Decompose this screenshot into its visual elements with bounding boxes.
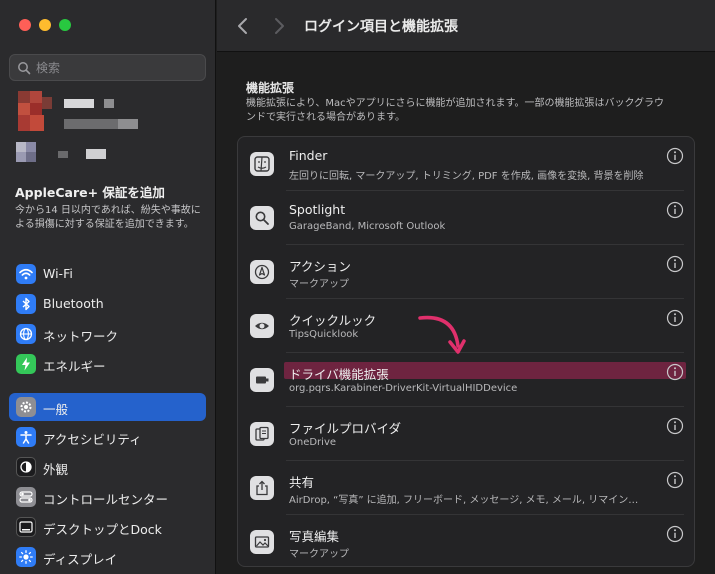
sidebar-item-accessibility[interactable]: アクセシビリティ [9,423,206,451]
info-icon[interactable] [666,309,684,327]
desktop-dock-icon [16,517,36,537]
extension-name: 写真編集 [289,529,340,544]
extension-subtitle: マークアップ [289,549,349,560]
extension-row-actions[interactable]: アクション マークアップ [238,245,694,299]
extension-subtitle: AirDrop, “写真” に追加, フリーボード, メッセージ, メモ, メー… [289,495,639,506]
sidebar-item-appearance[interactable]: 外観 [9,453,206,481]
sidebar-item-label: ディスプレイ [43,552,118,567]
info-icon[interactable] [666,525,684,543]
appearance-icon [16,457,36,477]
globe-icon [16,324,36,344]
sidebar-item-label: ネットワーク [43,329,119,344]
applecare-promo[interactable]: AppleCare+ 保証を追加 今から14 日以内であれば、紛失や事故による損… [15,182,205,232]
info-icon[interactable] [666,363,684,381]
documents-icon [250,422,274,446]
sidebar-item-energy[interactable]: エネルギー [9,350,206,378]
display-icon [16,547,36,567]
back-chevron-icon[interactable] [233,15,253,37]
extension-row-driver[interactable]: ドライバ機能拡張 org.pqrs.Karabiner-DriverKit-Vi… [238,353,694,407]
control-center-icon [16,487,36,507]
forward-chevron-icon[interactable] [269,15,289,37]
search-input[interactable] [36,58,201,77]
sidebar-item-label: デスクトップとDock [43,522,162,537]
sidebar-item-label: Wi-Fi [43,266,73,281]
share-icon [250,476,274,500]
sidebar-item-label: コントロールセンター [43,492,169,507]
magnifier-icon [250,206,274,230]
bluetooth-icon [16,294,36,314]
eye-icon [250,314,274,338]
sidebar-item-label: 一般 [43,402,69,417]
sidebar-item-network[interactable]: ネットワーク [9,320,206,348]
info-icon[interactable] [666,147,684,165]
extensions-list: Finder 左回りに回転, マークアップ, トリミング, PDF を作成, 画… [237,136,695,567]
search-box[interactable] [9,54,206,81]
accessibility-icon [16,427,36,447]
info-icon[interactable] [666,201,684,219]
wifi-icon [16,264,36,284]
extension-row-quicklook[interactable]: クイックルック TipsQuicklook [238,299,694,353]
applecare-description: 今から14 日以内であれば、紛失や事故による損傷に対する保証を追加できます。 [15,205,201,230]
applecare-title: AppleCare+ 保証を追加 [15,185,165,200]
zoom-window-button[interactable] [59,19,71,31]
photo-icon [250,530,274,554]
extension-subtitle: マークアップ [289,279,349,290]
sidebar-item-label: 外観 [43,462,69,477]
extension-subtitle: OneDrive [289,437,337,448]
extension-subtitle: 左回りに回転, マークアップ, トリミング, PDF を作成, 画像を変換, 背… [289,171,644,182]
extension-subtitle: org.pqrs.Karabiner-DriverKit-VirtualHIDD… [289,383,518,394]
info-icon[interactable] [666,471,684,489]
extension-name: ドライバ機能拡張 [289,367,389,382]
sidebar-item-display[interactable]: ディスプレイ [9,543,206,571]
page-title: ログイン項目と機能拡張 [304,19,458,35]
extension-name: クイックルック [289,313,377,328]
section-description: 機能拡張により、Macやアプリにさらに機能が追加されます。一部の機能拡張はバック… [246,98,665,123]
sidebar: AppleCare+ 保証を追加 今から14 日以内であれば、紛失や事故による損… [0,0,216,574]
info-icon[interactable] [666,255,684,273]
gear-icon [16,397,36,417]
section-title: 機能拡張 [246,81,295,95]
toolbar: ログイン項目と機能拡張 [217,0,715,52]
sidebar-item-label: Bluetooth [43,296,104,311]
extension-subtitle: TipsQuicklook [289,329,359,340]
info-icon[interactable] [666,417,684,435]
extension-row-file-provider[interactable]: ファイルプロバイダ OneDrive [238,407,694,461]
extension-name: Finder [289,148,328,163]
extension-row-share[interactable]: 共有 AirDrop, “写真” に追加, フリーボード, メッセージ, メモ,… [238,461,694,515]
sidebar-item-label: エネルギー [43,359,106,374]
extension-subtitle: GarageBand, Microsoft Outlook [289,221,446,232]
close-window-button[interactable] [19,19,31,31]
sidebar-item-control-center[interactable]: コントロールセンター [9,483,206,511]
minimize-window-button[interactable] [39,19,51,31]
driver-icon [250,368,274,392]
extension-name: ファイルプロバイダ [289,421,402,436]
search-icon [18,62,31,75]
sidebar-item-desktop-dock[interactable]: デスクトップとDock [9,513,206,541]
main-content: 機能拡張 機能拡張により、Macやアプリにさらに機能が追加されます。一部の機能拡… [217,53,715,574]
extension-name: 共有 [289,475,315,490]
sidebar-item-label: アクセシビリティ [43,432,142,447]
extension-row-finder[interactable]: Finder 左回りに回転, マークアップ, トリミング, PDF を作成, 画… [238,137,694,191]
sidebar-item-bluetooth[interactable]: Bluetooth [9,290,206,318]
extension-row-photo-editing[interactable]: 写真編集 マークアップ [238,515,694,566]
finder-icon [250,152,274,176]
extension-name: アクション [289,259,351,274]
extension-name: Spotlight [289,202,346,217]
bolt-icon [16,354,36,374]
sidebar-item-wifi[interactable]: Wi-Fi [9,260,206,288]
sidebar-item-general[interactable]: 一般 [9,393,206,421]
markup-icon [250,260,274,284]
extension-row-spotlight[interactable]: Spotlight GarageBand, Microsoft Outlook [238,191,694,245]
